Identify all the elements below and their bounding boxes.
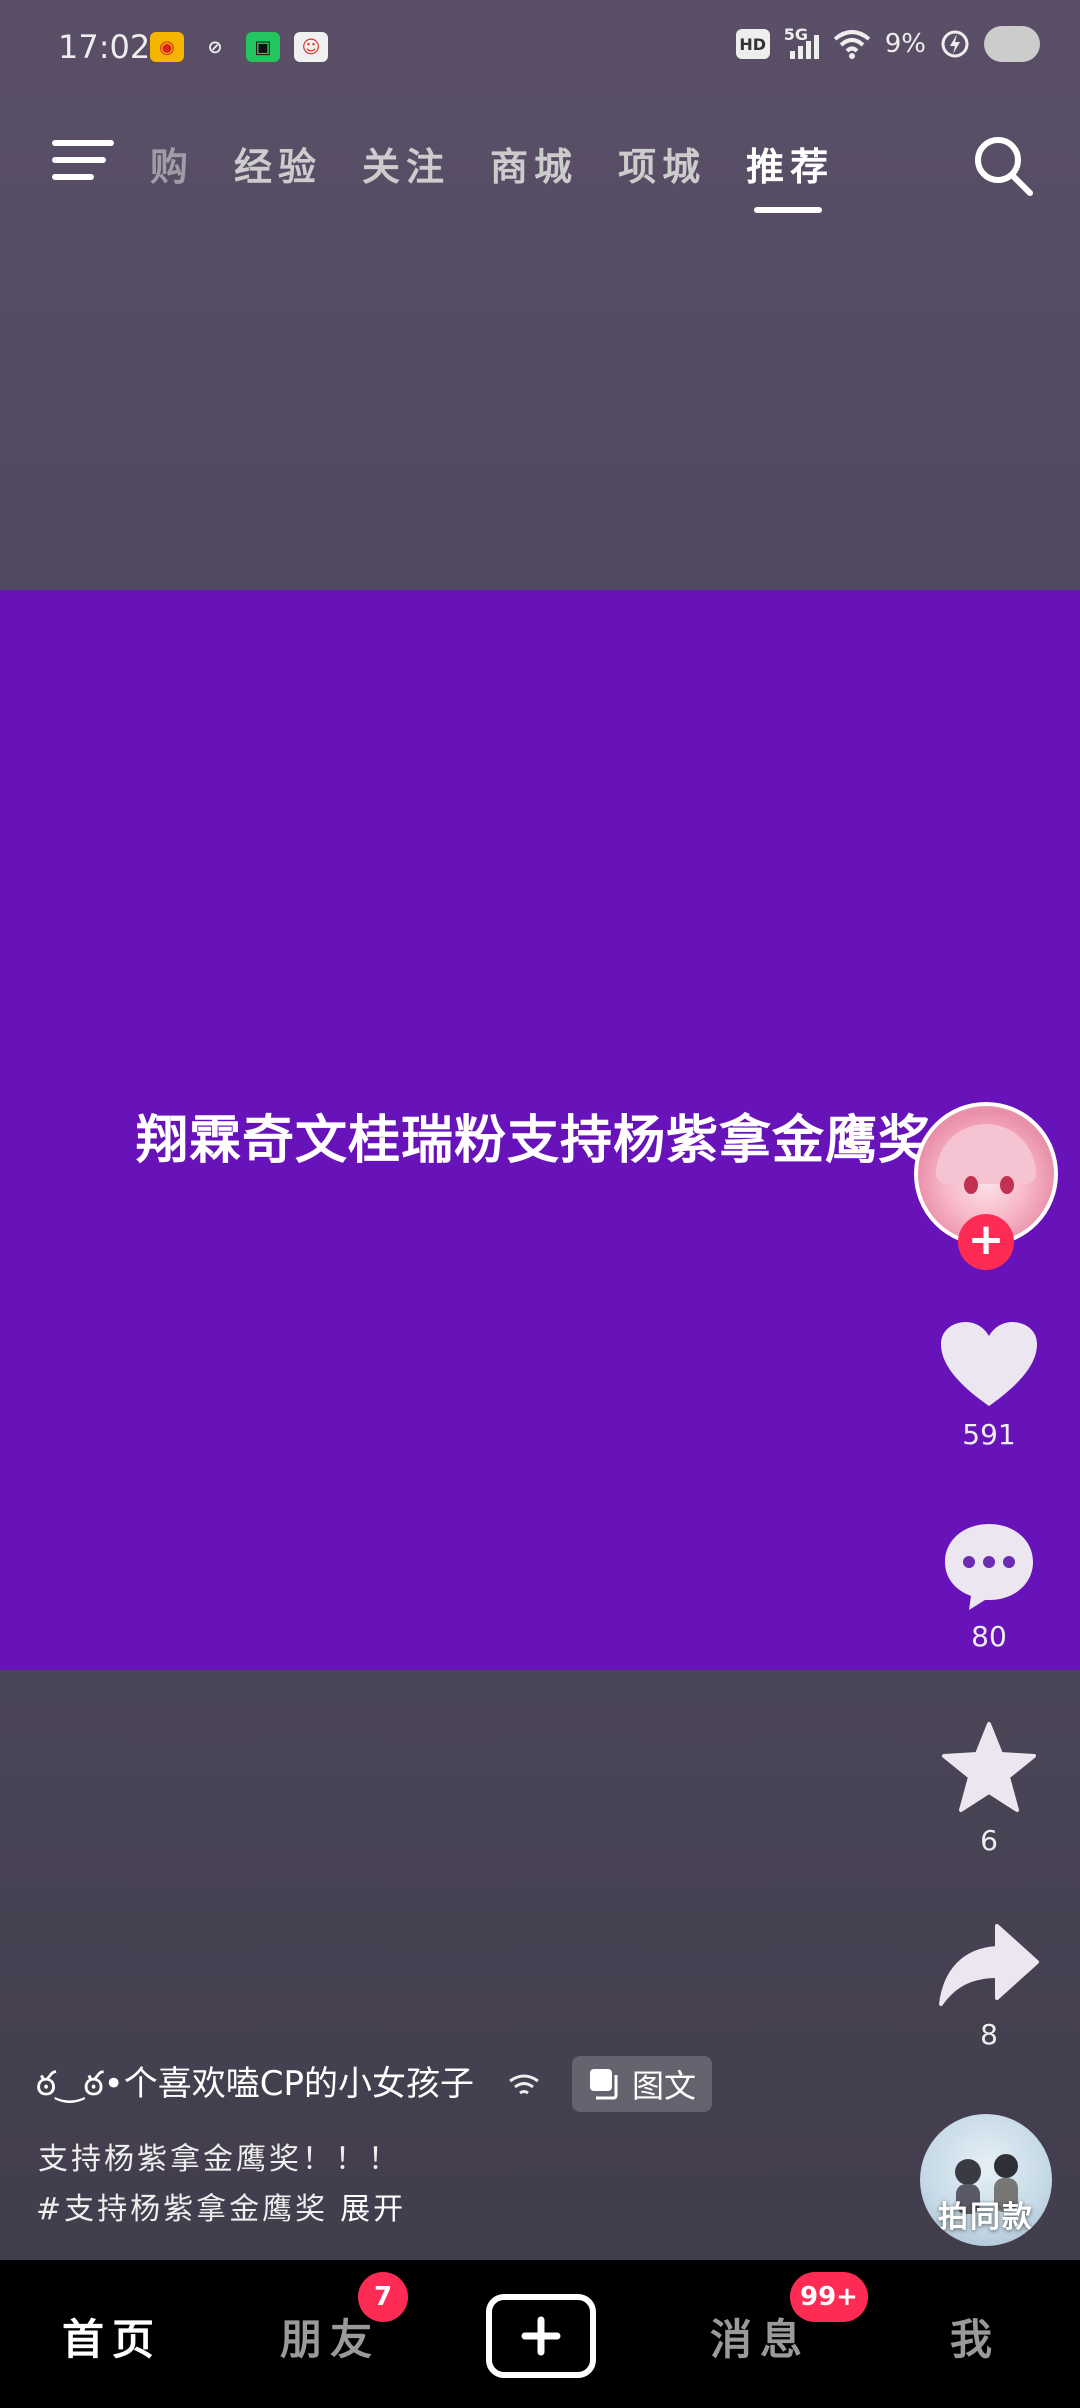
expand-button[interactable]: 展开 bbox=[340, 2192, 406, 2227]
same-style-label: 拍同款 bbox=[938, 2200, 1034, 2235]
plus-icon bbox=[521, 2316, 561, 2356]
comment-icon bbox=[945, 1524, 1033, 1610]
bottom-tab-bar: 首页 朋友 7 消息 99+ 我 bbox=[0, 2260, 1080, 2408]
share-arrow-icon bbox=[939, 1924, 1039, 2006]
wifi-icon bbox=[833, 30, 871, 59]
image-text-badge[interactable]: 图文 bbox=[571, 2056, 712, 2112]
weibo-icon: ◉ bbox=[150, 32, 184, 62]
game-app-icon: ☺ bbox=[294, 32, 328, 62]
share-button[interactable]: 8 bbox=[929, 1920, 1049, 2051]
post-caption: 支持杨紫拿金鹰奖！！！ bbox=[38, 2142, 401, 2177]
favorite-button[interactable]: 6 bbox=[929, 1720, 1049, 1857]
tab-me[interactable]: 我 bbox=[950, 2306, 1000, 2367]
image-text-label: 图文 bbox=[631, 2067, 696, 2105]
tab-home[interactable]: 首页 bbox=[62, 2306, 162, 2367]
post-title: 翔霖奇文桂瑞粉支持杨紫拿金鹰奖 bbox=[136, 1111, 932, 1171]
battery-level: 9% bbox=[884, 29, 926, 59]
same-style-button[interactable]: 拍同款 bbox=[920, 2114, 1052, 2246]
tab-shopping[interactable]: 购 bbox=[150, 136, 194, 191]
hashtag-link[interactable]: #支持杨紫拿金鹰奖 bbox=[36, 2192, 328, 2227]
friends-badge: 7 bbox=[358, 2272, 408, 2322]
tab-experience[interactable]: 经验 bbox=[234, 136, 322, 191]
tab-recommended[interactable]: 推荐 bbox=[746, 136, 834, 213]
author-row: ఠ‿ఠ•个喜欢嗑CP的小女孩子 图文 bbox=[36, 2056, 712, 2112]
network-type: 5G bbox=[783, 25, 809, 44]
messages-badge: 99+ bbox=[790, 2272, 868, 2322]
link-app-icon: ⊘ bbox=[207, 36, 223, 58]
cloud-icon bbox=[984, 26, 1040, 62]
tab-local-city[interactable]: 项城 bbox=[618, 136, 706, 191]
like-count: 591 bbox=[962, 1418, 1016, 1451]
comment-count: 80 bbox=[971, 1620, 1007, 1653]
favorite-count: 6 bbox=[980, 1824, 998, 1857]
create-button[interactable] bbox=[486, 2294, 596, 2378]
feed-tabs: 购 经验 关注 商城 项城 推荐 bbox=[150, 136, 874, 213]
image-text-icon bbox=[589, 2069, 618, 2100]
notification-icons: ◉ ⊘ ▣ ☺ bbox=[150, 32, 328, 62]
menu-icon[interactable] bbox=[52, 140, 114, 190]
charging-icon bbox=[941, 30, 969, 58]
top-nav: 购 经验 关注 商城 项城 推荐 bbox=[0, 118, 1080, 218]
heart-icon bbox=[941, 1322, 1037, 1406]
follow-button[interactable]: + bbox=[958, 1214, 1014, 1270]
tab-messages[interactable]: 消息 bbox=[710, 2306, 810, 2367]
status-bar: 17:02 ◉ ⊘ ▣ ☺ HD 5G 9% bbox=[0, 0, 1080, 100]
hd-icon: HD bbox=[735, 29, 770, 59]
author-name[interactable]: ఠ‿ఠ•个喜欢嗑CP的小女孩子 bbox=[36, 2056, 474, 2112]
share-count: 8 bbox=[980, 2018, 998, 2051]
search-icon[interactable] bbox=[972, 134, 1034, 198]
tab-following[interactable]: 关注 bbox=[362, 136, 450, 191]
camera-app-icon: ▣ bbox=[246, 32, 280, 62]
signal-icon: 5G bbox=[784, 25, 819, 59]
hashtag-line: #支持杨紫拿金鹰奖 展开 bbox=[36, 2184, 406, 2228]
comment-button[interactable]: 80 bbox=[929, 1520, 1049, 1653]
status-indicators: HD 5G 9% bbox=[735, 25, 1040, 62]
nearby-icon bbox=[509, 2074, 539, 2095]
author-avatar-group[interactable]: + bbox=[914, 1102, 1058, 1270]
status-time: 17:02 bbox=[58, 28, 151, 66]
star-icon bbox=[942, 1722, 1036, 1812]
like-button[interactable]: 591 bbox=[929, 1320, 1049, 1451]
tab-mall[interactable]: 商城 bbox=[490, 136, 578, 191]
